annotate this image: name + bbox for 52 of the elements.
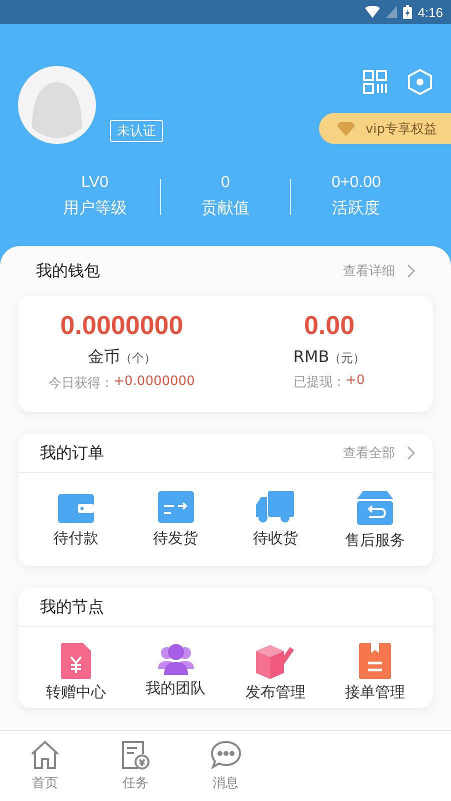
qr-code-icon[interactable] [363,70,387,94]
stat-label: 贡献值 [202,198,250,219]
section-title: 我的订单 [40,442,104,464]
order-shortcut[interactable]: 待收货 [226,491,326,550]
clipboard-icon [359,643,392,679]
stat-value: LV0 [81,174,108,192]
team-icon [158,643,194,675]
balance-amount: 0.0000000 [60,310,184,341]
node-shortcut[interactable]: 转赠中心 [26,643,126,702]
section-title: 我的钱包 [36,260,100,282]
vip-benefits-button[interactable]: vip专享权益 [319,113,451,144]
tab-item[interactable]: 任务 [90,731,180,801]
order-shortcut[interactable]: 待付款 [26,491,126,550]
tab-item[interactable]: 首页 [0,731,90,801]
sub-label: 已提现： [294,374,346,391]
stat-label: 用户等级 [62,198,127,219]
battery-icon [402,5,412,19]
unit-note: （元） [329,350,366,367]
sub-value: +0.0000000 [114,374,195,391]
sub-value: +0 [346,373,365,390]
node-shortcut[interactable]: 我的团队 [126,643,226,702]
truck-icon [256,491,294,523]
chat-bubble-icon [210,740,242,770]
box-pencil-icon [256,643,294,679]
settings-icon[interactable] [407,69,433,95]
no-signal-icon [386,6,397,18]
chevron-right-icon [407,446,415,460]
diamond-icon [337,122,356,136]
currency-label: 金币 [88,347,120,368]
avatar-silhouette-icon[interactable] [18,66,96,144]
clock-time: 4:16 [418,4,443,20]
node-shortcut[interactable]: 发布管理 [226,643,326,702]
section-title: 我的节点 [40,596,104,618]
sub-label: 今日获得： [48,375,114,392]
order-shortcut[interactable]: 待发货 [126,491,226,550]
wallet-icon [58,491,94,523]
stat-value: 0+0.00 [331,174,381,192]
currency-label: RMB [293,347,330,366]
document-yuan-icon [120,740,150,770]
chevron-right-icon [407,264,415,278]
home-icon [30,740,60,770]
node-shortcut[interactable]: 接单管理 [325,643,425,702]
order-shortcut[interactable]: 售后服务 [325,491,425,550]
unit-note: （个） [120,350,156,367]
tab-item[interactable]: 消息 [180,731,271,801]
verification-status-tag: 未认证 [110,120,163,142]
stat-value: 0 [221,174,230,192]
balance-amount: 0.00 [304,310,355,341]
yuan-document-icon [60,643,91,679]
return-box-icon [357,491,394,525]
wifi-icon [364,6,380,18]
stat-label: 活跃度 [332,198,380,219]
